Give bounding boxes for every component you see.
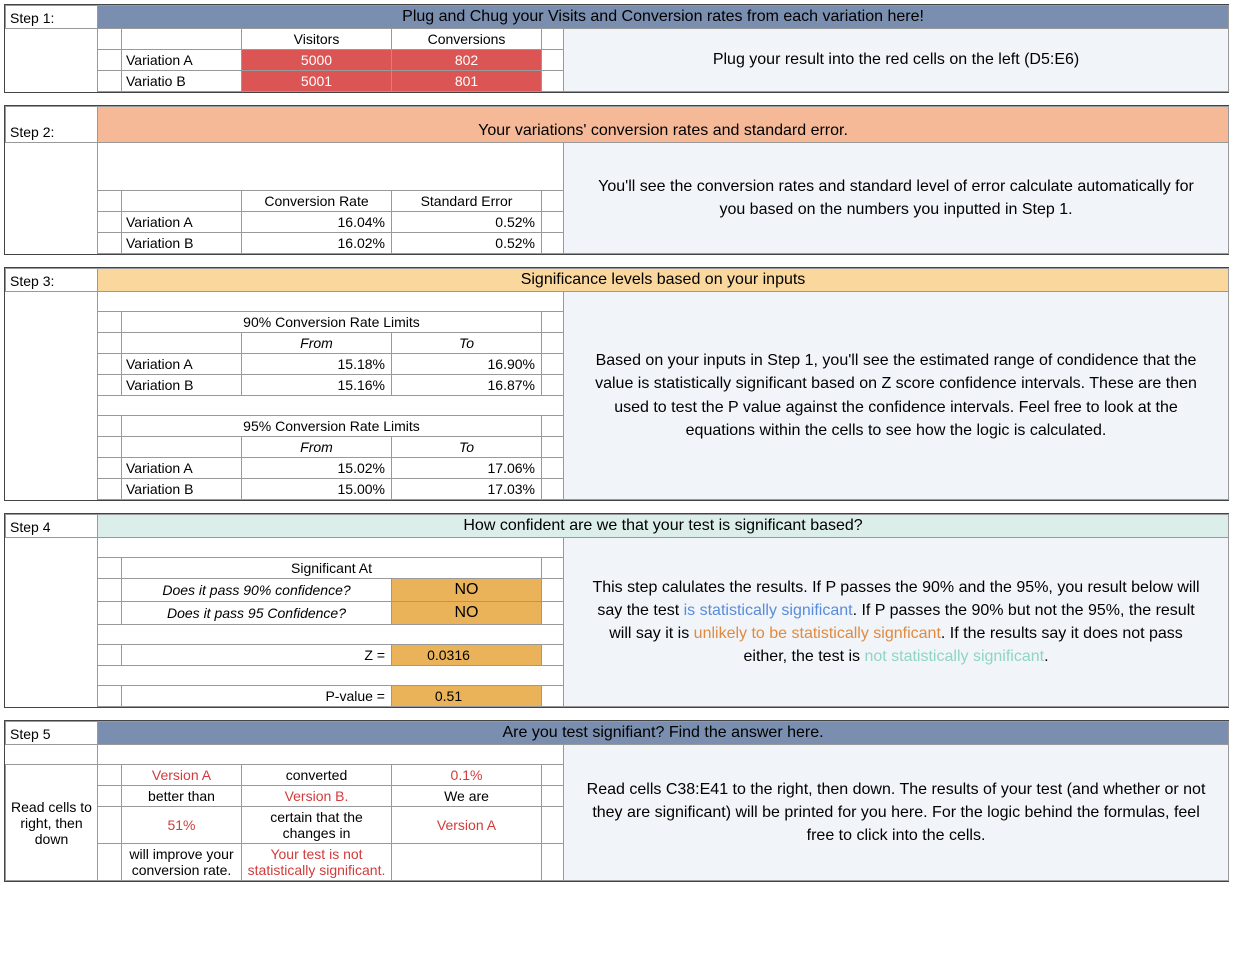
q-95: Does it pass 95 Confidence?	[122, 602, 392, 625]
p-value: 0.51	[392, 686, 542, 707]
a-std-err: 0.52%	[392, 212, 542, 233]
r1c2: converted	[242, 765, 392, 786]
s3-95-b: Variation B	[122, 479, 242, 500]
s2-row-a: Variation A	[122, 212, 242, 233]
q-90: Does it pass 90% confidence?	[122, 579, 392, 602]
r3c1: 51%	[122, 807, 242, 844]
r4c2: Your test is not statistically significa…	[242, 844, 392, 881]
step2-info: You'll see the conversion rates and stan…	[564, 143, 1229, 254]
b-std-err: 0.52%	[392, 233, 542, 254]
col-conversions: Conversions	[392, 29, 542, 50]
r2c2: Version B.	[242, 786, 392, 807]
r1c3: 0.1%	[392, 765, 542, 786]
row-variation-a: Variation A	[122, 50, 242, 71]
step2-section: Step 2: Your variations' conversion rate…	[4, 105, 1229, 255]
s4-info-sig: is statistically significant	[684, 602, 853, 619]
s2-row-b: Variation B	[122, 233, 242, 254]
step3-section: Step 3: Significance levels based on you…	[4, 267, 1229, 501]
ab-test-spreadsheet: Step 1: Plug and Chug your Visits and Co…	[4, 4, 1229, 882]
input-b-visitors[interactable]: 5001	[242, 71, 392, 92]
significant-at: Significant At	[122, 558, 542, 579]
col-conv-rate: Conversion Rate	[242, 191, 392, 212]
step3-header: Significance levels based on your inputs	[98, 269, 1229, 292]
col-to-90: To	[392, 333, 542, 354]
r4c1: will improve your conversion rate.	[122, 844, 242, 881]
r2c1: better than	[122, 786, 242, 807]
s4-info-end: .	[1044, 648, 1048, 665]
b95-to: 17.03%	[392, 479, 542, 500]
step5-header: Are you test signifiant? Find the answer…	[98, 722, 1229, 745]
r3c2: certain that the changes in	[242, 807, 392, 844]
b90-from: 15.16%	[242, 375, 392, 396]
step2-header: Your variations' conversion rates and st…	[98, 107, 1229, 143]
col-visitors: Visitors	[242, 29, 392, 50]
a90-from: 15.18%	[242, 354, 392, 375]
step4-label: Step 4	[6, 515, 98, 538]
z-value: 0.0316	[392, 645, 542, 666]
r3c3: Version A	[392, 807, 542, 844]
row-variation-b: Variatio B	[122, 71, 242, 92]
p-label: P-value =	[122, 686, 392, 707]
step1-section: Step 1: Plug and Chug your Visits and Co…	[4, 4, 1229, 93]
s4-info-not: not statistically significant	[864, 648, 1044, 665]
step3-info: Based on your inputs in Step 1, you'll s…	[564, 292, 1229, 500]
step1-header: Plug and Chug your Visits and Conversion…	[98, 6, 1229, 29]
r1c1: Version A	[122, 765, 242, 786]
b90-to: 16.87%	[392, 375, 542, 396]
col-from-95: From	[242, 437, 392, 458]
step5-section: Step 5 Are you test signifiant? Find the…	[4, 720, 1229, 882]
a-conv-rate: 16.04%	[242, 212, 392, 233]
s3-90-b: Variation B	[122, 375, 242, 396]
step4-section: Step 4 How confident are we that your te…	[4, 513, 1229, 708]
step4-header: How confident are we that your test is s…	[98, 515, 1229, 538]
s3-95-a: Variation A	[122, 458, 242, 479]
a90-to: 16.90%	[392, 354, 542, 375]
input-a-visitors[interactable]: 5000	[242, 50, 392, 71]
pass-90: NO	[392, 579, 542, 602]
z-label: Z =	[122, 645, 392, 666]
step1-label: Step 1:	[6, 6, 98, 29]
b95-from: 15.00%	[242, 479, 392, 500]
r2c3: We are	[392, 786, 542, 807]
s4-info-unl: unlikely to be statistically signficant	[694, 625, 941, 642]
step2-label: Step 2:	[6, 107, 98, 143]
input-a-conversions[interactable]: 802	[392, 50, 542, 71]
step4-info: This step calulates the results. If P pa…	[564, 538, 1229, 707]
a95-from: 15.02%	[242, 458, 392, 479]
title-90: 90% Conversion Rate Limits	[122, 312, 542, 333]
s3-90-a: Variation A	[122, 354, 242, 375]
b-conv-rate: 16.02%	[242, 233, 392, 254]
col-from-90: From	[242, 333, 392, 354]
step5-info: Read cells C38:E41 to the right, then do…	[564, 745, 1229, 881]
a95-to: 17.06%	[392, 458, 542, 479]
input-b-conversions[interactable]: 801	[392, 71, 542, 92]
step1-info: Plug your result into the red cells on t…	[564, 29, 1229, 92]
col-to-95: To	[392, 437, 542, 458]
title-95: 95% Conversion Rate Limits	[122, 416, 542, 437]
pass-95: NO	[392, 602, 542, 625]
step5-label: Step 5	[6, 722, 98, 745]
step3-label: Step 3:	[6, 269, 98, 292]
read-cells-label: Read cells to right, then down	[6, 765, 98, 881]
col-std-error: Standard Error	[392, 191, 542, 212]
